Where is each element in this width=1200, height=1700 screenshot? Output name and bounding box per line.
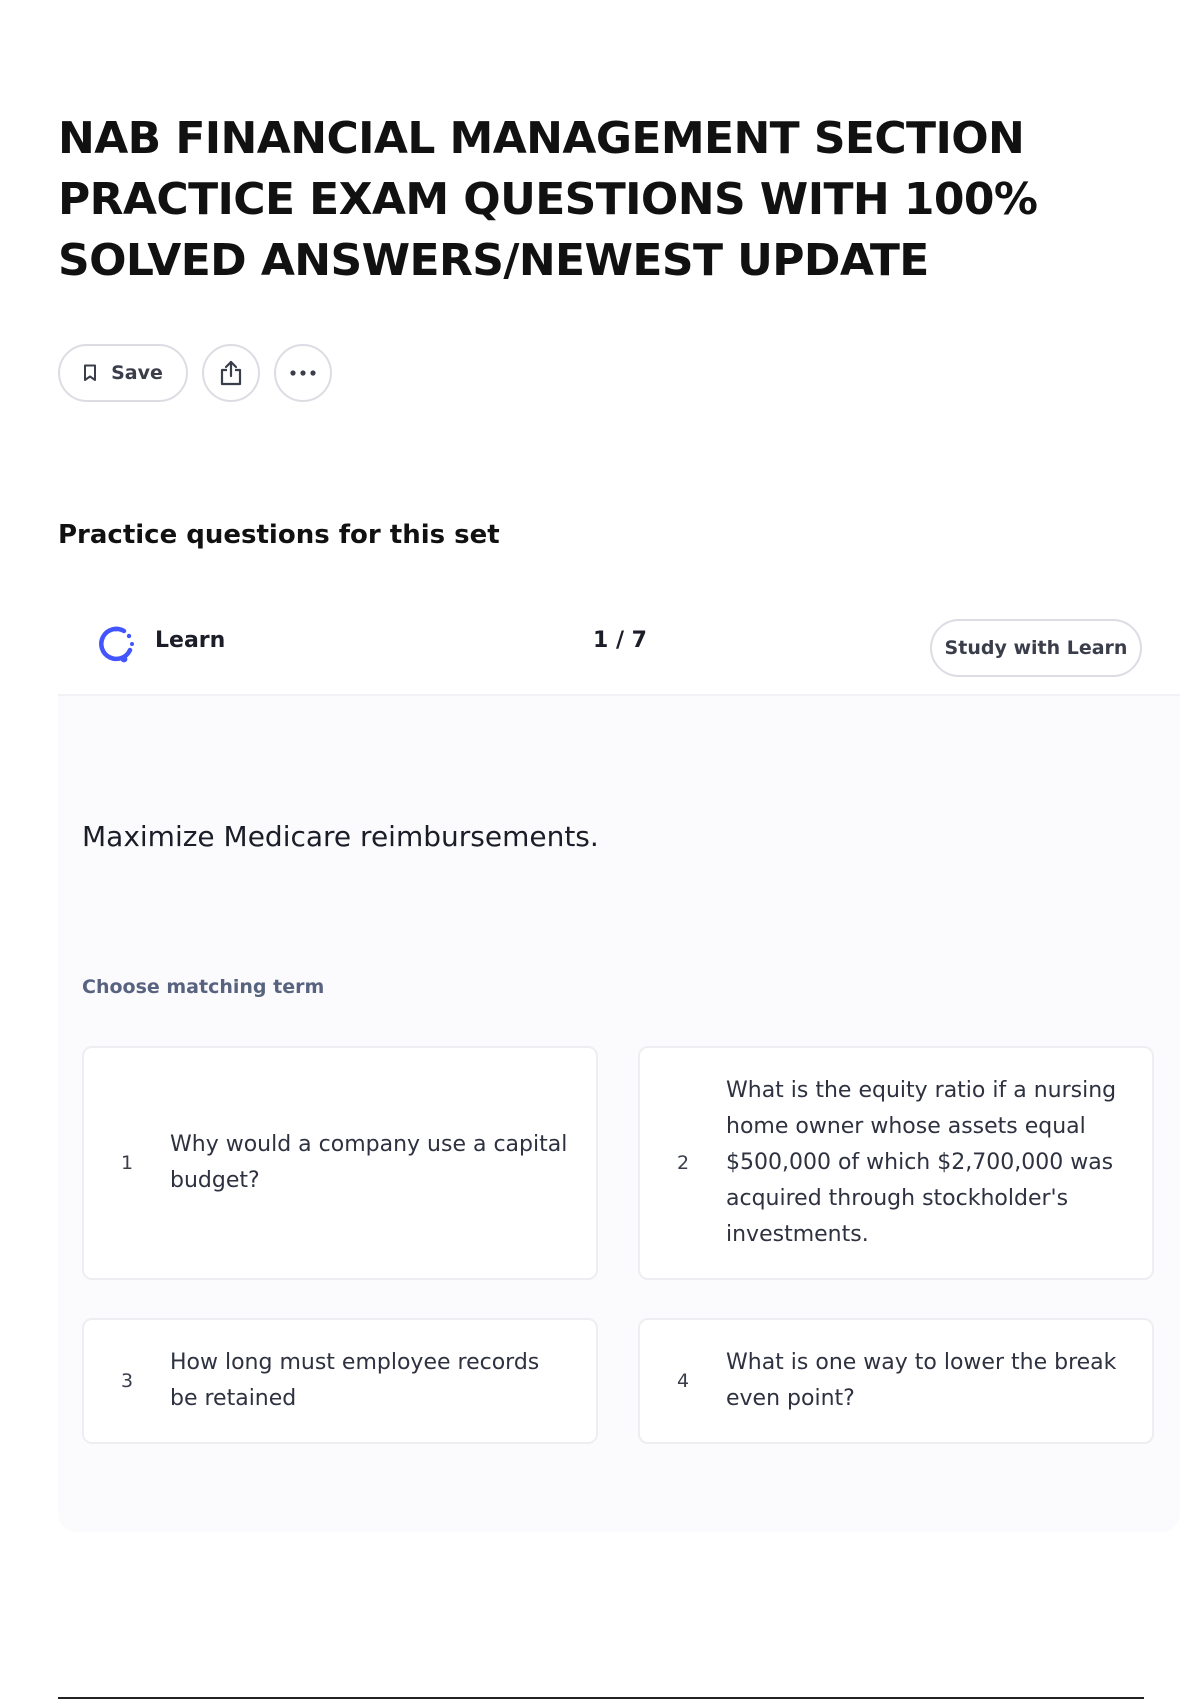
answer-option-number: 1 — [120, 1152, 134, 1174]
answer-option-1[interactable]: 1 Why would a company use a capital budg… — [82, 1046, 598, 1280]
learn-mode-label: Learn — [155, 628, 226, 653]
question-prompt: Maximize Medicare reimbursements. — [82, 820, 599, 853]
learn-card: Learn 1 / 7 Study with Learn Maximize Me… — [58, 592, 1180, 1532]
study-with-learn-button[interactable]: Study with Learn — [930, 619, 1142, 677]
answer-option-text: What is the equity ratio if a nursing ho… — [726, 1078, 1117, 1247]
answer-instruction: Choose matching term — [82, 976, 325, 998]
save-button-label: Save — [111, 362, 163, 384]
page-title: NAB FINANCIAL MANAGEMENT SECTION PRACTIC… — [58, 113, 1038, 286]
answer-option-text: How long must employee records be retain… — [170, 1350, 540, 1411]
more-horizontal-icon — [289, 369, 317, 377]
bottom-divider — [58, 1697, 1144, 1699]
answer-option-3[interactable]: 3 How long must employee records be reta… — [82, 1318, 598, 1444]
answer-option-number: 3 — [120, 1370, 134, 1392]
save-button[interactable]: Save — [58, 344, 188, 402]
answer-option-number: 4 — [676, 1370, 690, 1392]
share-icon — [218, 359, 244, 387]
learn-progress-icon — [94, 622, 138, 666]
progress-counter: 1 / 7 — [593, 628, 647, 653]
answer-option-4[interactable]: 4 What is one way to lower the break eve… — [638, 1318, 1154, 1444]
practice-section-heading: Practice questions for this set — [58, 520, 500, 550]
bookmark-icon — [83, 364, 97, 382]
set-actions: Save — [58, 343, 332, 403]
answer-option-text: What is one way to lower the break even … — [726, 1350, 1117, 1411]
learn-card-header: Learn 1 / 7 Study with Learn — [58, 592, 1180, 694]
more-options-button[interactable] — [274, 344, 332, 402]
answer-option-text: Why would a company use a capital budget… — [170, 1132, 568, 1193]
answer-option-number: 2 — [676, 1152, 690, 1174]
answer-option-2[interactable]: 2 What is the equity ratio if a nursing … — [638, 1046, 1154, 1280]
share-button[interactable] — [202, 344, 260, 402]
